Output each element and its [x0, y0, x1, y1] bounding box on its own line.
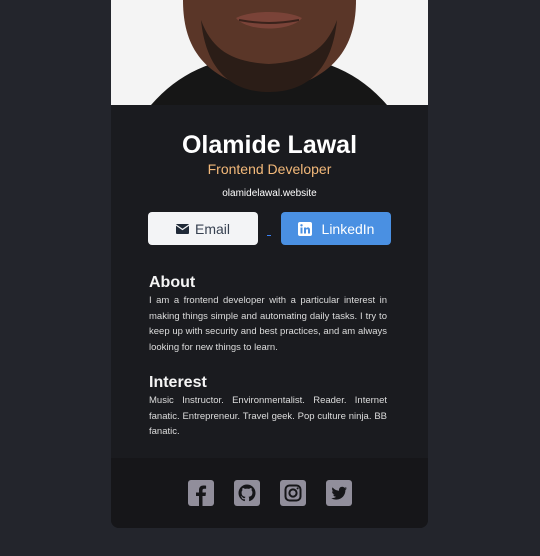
github-icon[interactable] [233, 480, 260, 506]
profile-website[interactable]: olamidelawal.website [111, 187, 428, 200]
profile-info: Olamide Lawal Frontend Developer olamide… [111, 105, 428, 200]
linkedin-button-label: LinkedIn [321, 220, 375, 237]
profile-role: Frontend Developer [207, 161, 332, 177]
interest-text: Music Instructor. Environmentalist. Read… [149, 395, 387, 437]
email-button-label: Email [194, 220, 230, 237]
separator-mark [267, 235, 271, 236]
linkedin-icon [297, 221, 312, 236]
interest-section: Interest Music Instructor. Environmental… [149, 373, 387, 440]
profile-card: Olamide Lawal Frontend Developer olamide… [111, 0, 428, 528]
about-section: About I am a frontend developer with a p… [149, 273, 387, 355]
profile-name: Olamide Lawal [181, 131, 358, 159]
interest-heading: Interest [149, 374, 207, 391]
profile-photo [111, 0, 428, 105]
about-text: I am a frontend developer with a particu… [149, 295, 387, 353]
envelope-icon [175, 223, 189, 234]
facebook-icon[interactable] [187, 480, 214, 506]
about-heading: About [149, 274, 196, 291]
social-footer [111, 458, 428, 528]
email-button[interactable]: Email [148, 212, 258, 245]
instagram-icon[interactable] [279, 480, 306, 506]
linkedin-button[interactable]: LinkedIn [281, 212, 391, 245]
twitter-icon[interactable] [325, 480, 352, 506]
